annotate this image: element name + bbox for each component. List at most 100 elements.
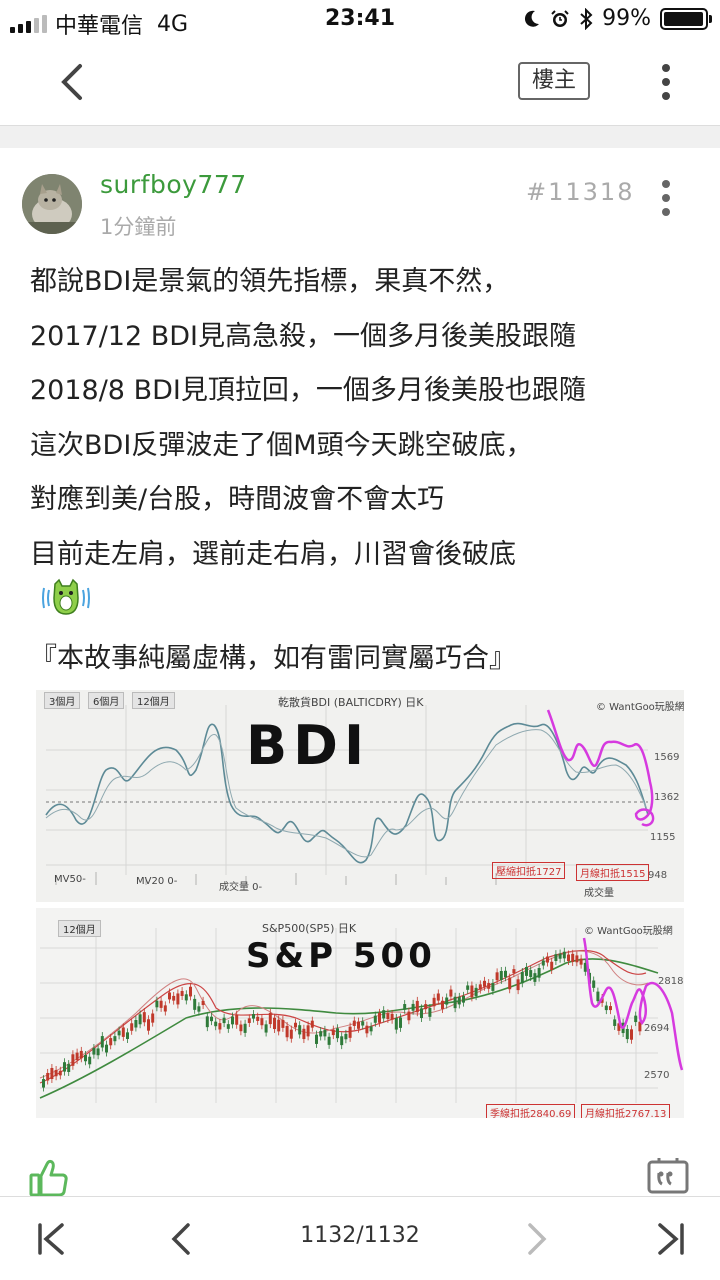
tab-12m: 12個月	[132, 692, 175, 709]
candle-body	[441, 1000, 444, 1009]
candle-body	[348, 1026, 352, 1038]
candle-body	[634, 1015, 638, 1023]
candle-body	[109, 1038, 113, 1046]
candle-body	[117, 1030, 121, 1036]
candle-body	[100, 1036, 104, 1048]
username-link[interactable]: surfboy777	[100, 170, 247, 199]
candle-body	[54, 1069, 58, 1077]
candle-body	[407, 1011, 411, 1021]
candle-body	[306, 1025, 310, 1037]
candle-body	[512, 969, 516, 974]
candle-body	[382, 1010, 386, 1019]
candle-body	[50, 1067, 54, 1080]
candle-body	[520, 971, 524, 984]
y-tick: 2694	[644, 1023, 670, 1034]
candle-body	[394, 1018, 398, 1030]
candle-body	[361, 1021, 365, 1026]
candle-body	[546, 956, 549, 963]
candle-body	[415, 1000, 419, 1013]
candle-body	[260, 1018, 264, 1026]
candle-body	[210, 1016, 213, 1022]
next-page-icon[interactable]	[520, 1219, 554, 1259]
post-body: 都說BDI是景氣的領先指標，果真不然， 2017/12 BDI見高急殺，一個多月…	[30, 255, 710, 582]
candle-body	[46, 1072, 50, 1081]
sp500-chart-photo[interactable]: 12個月 S&P500(SP5) 日K © WantGoo玩股網 S&P 500…	[36, 908, 684, 1118]
candle-body	[344, 1033, 348, 1040]
avatar[interactable]	[22, 174, 82, 234]
candle-body	[315, 1034, 318, 1044]
candle-body	[155, 1000, 159, 1008]
post-line: 這次BDI反彈波走了個M頭今天跳空破底，	[30, 429, 533, 461]
candle-body	[277, 1019, 281, 1032]
op-only-button[interactable]: 樓主	[518, 62, 590, 100]
candle-body	[205, 1016, 209, 1028]
candle-body	[491, 982, 495, 991]
candle-body	[130, 1023, 134, 1031]
candle-body	[247, 1018, 251, 1023]
candle-body	[579, 958, 583, 965]
divider	[0, 126, 720, 148]
candle-body	[483, 980, 486, 987]
candle-body	[214, 1021, 218, 1027]
candle-body	[495, 972, 499, 981]
candle-body	[449, 989, 453, 997]
candle-body	[121, 1027, 125, 1037]
candle-body	[630, 1029, 633, 1040]
quote-reply-icon[interactable]	[646, 1156, 690, 1196]
candle-body	[84, 1055, 87, 1062]
candle-body	[562, 951, 566, 959]
candle-body	[428, 1007, 432, 1017]
candle-body	[239, 1024, 243, 1032]
candle-body	[92, 1047, 96, 1055]
info-box: 壓縮扣抵1727	[492, 862, 566, 879]
tab-12m: 12個月	[58, 920, 101, 937]
candle-body	[226, 1024, 230, 1029]
pagination-bar: 1132/1132	[0, 1196, 720, 1280]
candle-body	[478, 984, 482, 990]
candle-body	[79, 1050, 83, 1059]
top-nav: 樓主	[0, 40, 720, 126]
candle-body	[235, 1014, 239, 1025]
candle-body	[457, 996, 461, 1005]
candle-body	[302, 1028, 306, 1040]
page-indicator[interactable]: 1132/1132	[0, 1223, 720, 1248]
y-tick: 1155	[650, 832, 676, 843]
candle-body	[516, 979, 520, 991]
like-thumb-icon[interactable]	[28, 1158, 70, 1198]
shocked-emoji-icon	[42, 578, 90, 615]
candle-body	[613, 1019, 617, 1026]
candle-body	[264, 1024, 268, 1033]
candle-body	[453, 996, 457, 1009]
candle-body	[176, 993, 180, 1005]
candle-body	[231, 1016, 234, 1025]
back-arrow-icon[interactable]	[52, 60, 96, 104]
candle-body	[424, 1004, 428, 1010]
legend-mv50: MV50-	[54, 874, 86, 885]
candle-body	[273, 1017, 276, 1030]
candle-body	[42, 1079, 45, 1088]
more-options-icon[interactable]	[660, 64, 672, 100]
battery-percent: 99%	[602, 6, 651, 31]
candle-body	[189, 986, 192, 997]
candle-body	[604, 1005, 608, 1011]
candle-body	[201, 1000, 205, 1006]
candle-body	[596, 991, 600, 1002]
candle-body	[58, 1070, 62, 1076]
bdi-chart-photo[interactable]: 3個月 6個月 12個月 乾散貨BDI (BALTICDRY) 日K © Wan…	[36, 690, 684, 902]
candle-body	[336, 1028, 339, 1039]
y-tick: 1362	[654, 792, 680, 803]
candle-body	[163, 1005, 167, 1012]
candle-body	[71, 1054, 75, 1066]
status-bar: 中華電信 4G 23:41 99%	[0, 0, 720, 40]
candle-body	[289, 1029, 293, 1039]
last-page-icon[interactable]	[654, 1219, 688, 1259]
candle-body	[436, 993, 440, 1001]
post-line: 2018/8 BDI見頂拉回，一個多月後美股也跟隨	[30, 375, 586, 406]
candle-body	[319, 1031, 323, 1037]
candle-body	[571, 953, 575, 962]
candle-body	[470, 985, 474, 998]
post-more-icon[interactable]	[660, 180, 672, 216]
candle-body	[256, 1016, 260, 1021]
candle-body	[369, 1026, 373, 1032]
candle-body	[96, 1048, 100, 1056]
